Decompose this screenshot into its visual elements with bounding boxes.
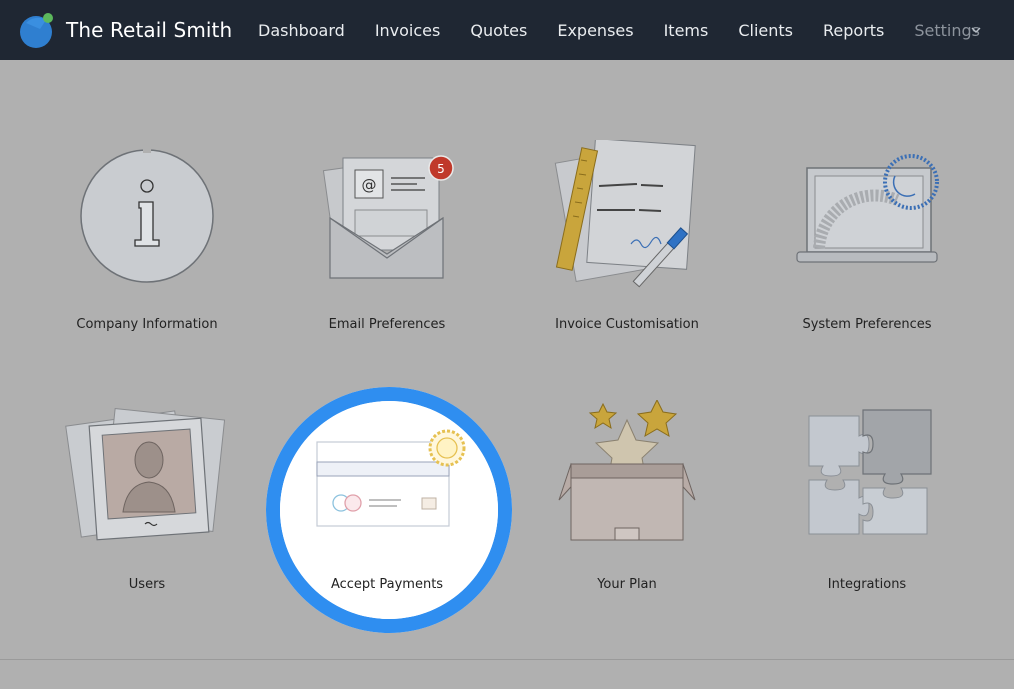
- tile-label: Users: [128, 577, 166, 592]
- tile-company-information[interactable]: Company Information: [27, 140, 267, 360]
- unread-badge: 5: [437, 162, 445, 176]
- nav-invoices[interactable]: Invoices: [360, 0, 456, 60]
- laptop-gears-icon: [796, 154, 939, 263]
- puzzle-icon: [808, 409, 932, 535]
- nav-items[interactable]: Items: [649, 0, 724, 60]
- nav-dashboard[interactable]: Dashboard: [243, 0, 360, 60]
- nav-expenses[interactable]: Expenses: [542, 0, 648, 60]
- tile-accept-payments[interactable]: Accept Payments: [267, 400, 507, 620]
- tile-label: System Preferences: [802, 317, 932, 332]
- nav-links: Dashboard Invoices Quotes Expenses Items…: [243, 0, 995, 60]
- box-stars-icon: [558, 400, 696, 541]
- tile-users[interactable]: Users: [27, 400, 267, 620]
- tile-integrations[interactable]: Integrations: [747, 400, 987, 620]
- chevron-down-icon: [971, 27, 981, 33]
- user-photos-icon: [65, 408, 226, 541]
- tile-label: Email Preferences: [328, 317, 446, 332]
- globe-logo-icon: [20, 13, 53, 48]
- envelope-icon: @ 5: [322, 155, 454, 279]
- nav-reports[interactable]: Reports: [808, 0, 899, 60]
- tile-label: Your Plan: [597, 577, 657, 592]
- nav-menu-toggle[interactable]: [962, 18, 990, 42]
- footer-divider: [0, 659, 1014, 660]
- credit-card-gear-icon: [316, 429, 466, 527]
- tile-label: Company Information: [76, 317, 218, 332]
- info-icon: [80, 147, 214, 283]
- nav-clients[interactable]: Clients: [723, 0, 808, 60]
- nav-quotes[interactable]: Quotes: [455, 0, 542, 60]
- app-name: The Retail Smith: [66, 18, 233, 42]
- tile-email-preferences[interactable]: @ 5 Email Preferences: [267, 140, 507, 360]
- tile-label: Invoice Customisation: [555, 317, 699, 332]
- top-nav-bar: The Retail Smith Dashboard Invoices Quot…: [0, 0, 1014, 60]
- tile-label: Integrations: [827, 577, 907, 592]
- invoice-ruler-pen-icon: [554, 140, 696, 288]
- tile-system-preferences[interactable]: System Preferences: [747, 140, 987, 360]
- tile-invoice-customisation[interactable]: Invoice Customisation: [507, 140, 747, 360]
- svg-text:@: @: [362, 176, 377, 194]
- tile-your-plan[interactable]: Your Plan: [507, 400, 747, 620]
- tile-label: Accept Payments: [330, 577, 444, 592]
- brand[interactable]: The Retail Smith: [18, 11, 232, 49]
